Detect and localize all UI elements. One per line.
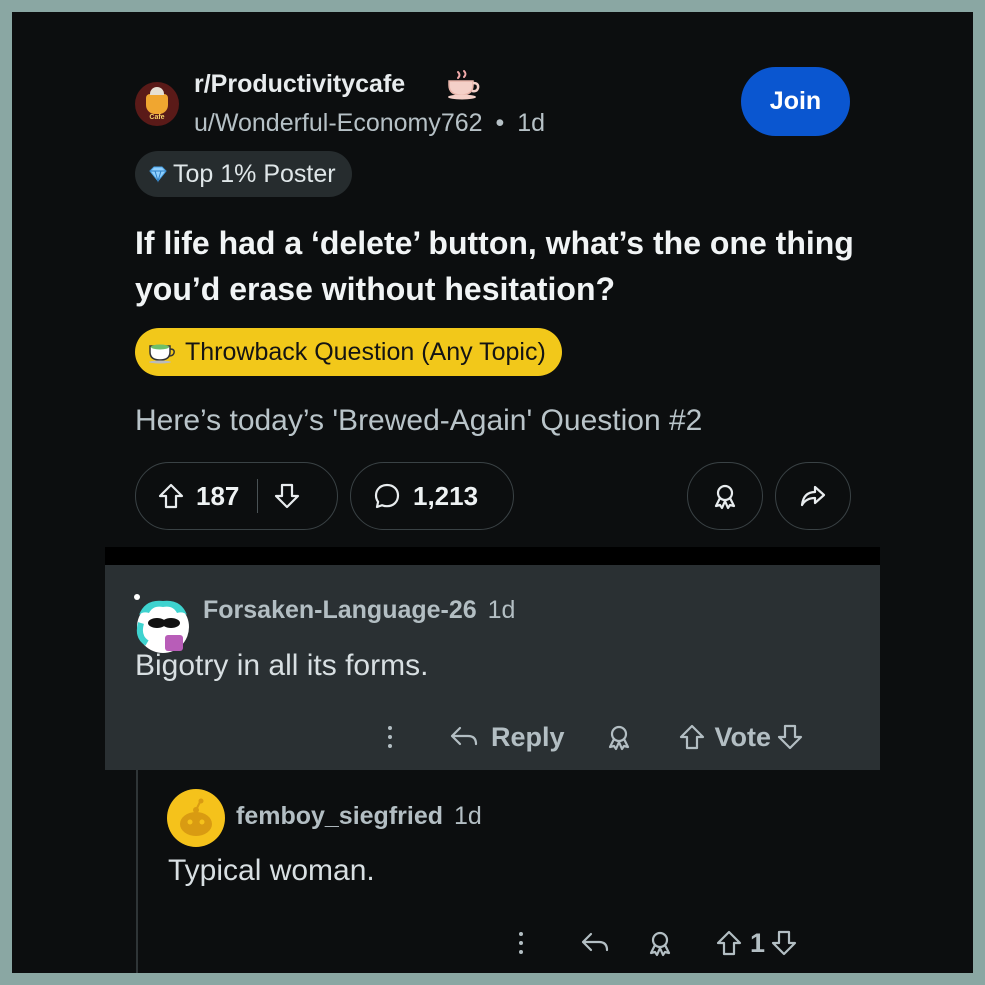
coffee-cup-icon	[146, 87, 168, 114]
vote-divider	[257, 479, 259, 513]
post-title[interactable]: If life had a ‘delete’ button, what’s th…	[135, 220, 875, 312]
comment-actions: 1	[514, 925, 797, 961]
coffee-cup-icon	[149, 344, 175, 364]
reply-label: Reply	[491, 721, 565, 752]
comment-text: Typical woman.	[168, 854, 375, 887]
comments-button[interactable]: 1,213	[350, 462, 514, 530]
join-button[interactable]: Join	[741, 67, 850, 136]
subreddit-name[interactable]: r/Productivitycafe	[194, 70, 405, 99]
share-icon	[800, 485, 826, 507]
badge-label: Top 1% Poster	[173, 159, 336, 188]
award-button[interactable]	[687, 462, 763, 530]
subreddit-avatar-label: Cafe	[149, 114, 165, 121]
upvote-count: 187	[196, 480, 240, 511]
upvote-icon[interactable]	[158, 482, 184, 510]
comment-count: 1,213	[413, 480, 479, 511]
downvote-icon[interactable]	[771, 929, 797, 957]
post-author[interactable]: u/Wonderful-Economy762	[194, 109, 483, 137]
comment-actions: Reply Vote	[383, 717, 803, 757]
comment-text: Bigotry in all its forms.	[135, 649, 429, 682]
avatar[interactable]	[166, 788, 226, 848]
thread-line[interactable]	[136, 770, 138, 973]
comment-icon	[374, 483, 400, 509]
comment-score: 1	[750, 927, 766, 958]
vote-control: 187	[135, 462, 338, 530]
reply-button[interactable]: Reply	[449, 722, 565, 753]
share-button[interactable]	[775, 462, 851, 530]
post-body: Here’s today’s 'Brewed-Again' Question #…	[135, 404, 703, 437]
app-frame: Cafe r/Productivitycafe u/Wonderful-Econ…	[12, 12, 973, 973]
more-icon[interactable]	[383, 722, 397, 752]
subreddit-avatar[interactable]: Cafe	[135, 82, 179, 126]
comment-meta: Forsaken-Language-26 1d	[203, 596, 515, 625]
meta-separator: •	[495, 109, 505, 137]
coffee-cup-icon	[448, 70, 480, 100]
post-age: 1d	[517, 109, 546, 137]
downvote-icon[interactable]	[274, 482, 300, 510]
top-poster-badge: Top 1% Poster	[135, 151, 352, 197]
comment-highlighted: Forsaken-Language-26 1d Bigotry in all i…	[105, 565, 880, 770]
comment-meta: femboy_siegfried 1d	[236, 802, 482, 831]
comment-age: 1d	[453, 802, 482, 830]
avatar[interactable]	[133, 593, 193, 655]
award-icon[interactable]	[605, 723, 633, 751]
vote-label: Vote	[714, 721, 772, 752]
upvote-icon[interactable]	[679, 723, 705, 751]
reply-icon	[450, 726, 478, 746]
downvote-icon[interactable]	[777, 723, 803, 751]
post-flair[interactable]: Throwback Question (Any Topic)	[135, 328, 562, 376]
upvote-icon[interactable]	[716, 929, 742, 957]
post-meta: u/Wonderful-Economy762 • 1d	[194, 109, 545, 138]
reply-icon[interactable]	[580, 930, 610, 956]
more-icon[interactable]	[514, 928, 528, 958]
section-divider	[105, 547, 880, 565]
award-icon[interactable]	[646, 929, 674, 957]
flair-label: Throwback Question (Any Topic)	[185, 337, 546, 366]
comment-author[interactable]: Forsaken-Language-26	[203, 596, 477, 624]
comment-age: 1d	[487, 596, 516, 624]
diamond-icon	[149, 166, 167, 183]
award-icon	[714, 484, 736, 510]
comment-author[interactable]: femboy_siegfried	[236, 802, 443, 830]
